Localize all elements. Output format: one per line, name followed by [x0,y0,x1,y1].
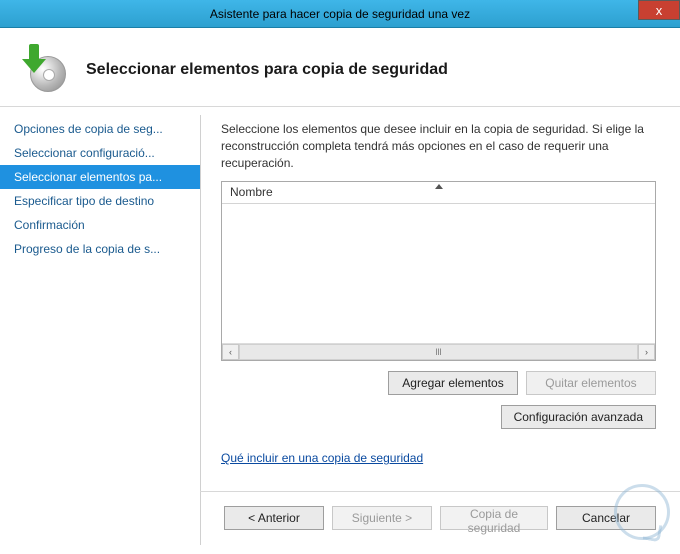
main-panel: Seleccione los elementos que desee inclu… [201,107,680,553]
instructions-text: Seleccione los elementos que desee inclu… [221,121,656,171]
content-area: Opciones de copia de seg... Seleccionar … [0,107,680,553]
remove-items-button: Quitar elementos [526,371,656,395]
sidebar-item-select-elements[interactable]: Seleccionar elementos pa... [0,165,200,189]
sidebar-item-progress[interactable]: Progreso de la copia de s... [0,237,200,261]
sidebar-item-label: Especificar tipo de destino [14,194,154,208]
sidebar-item-label: Seleccionar elementos pa... [14,170,162,184]
listview-header[interactable]: Nombre [222,182,655,204]
items-listview[interactable]: Nombre ‹ lll › [221,181,656,361]
item-buttons-row: Agregar elementos Quitar elementos [221,371,656,395]
window-title: Asistente para hacer copia de seguridad … [210,7,470,21]
scroll-track[interactable]: lll [239,344,638,360]
backup-wizard-icon [20,46,68,94]
cancel-button[interactable]: Cancelar [556,506,656,530]
column-header-name[interactable]: Nombre [222,182,655,203]
add-items-button[interactable]: Agregar elementos [388,371,518,395]
titlebar: Asistente para hacer copia de seguridad … [0,0,680,28]
sidebar-item-config[interactable]: Seleccionar configuració... [0,141,200,165]
scroll-right-button[interactable]: › [638,344,655,360]
next-button: Siguiente > [332,506,432,530]
column-header-label: Nombre [230,185,273,199]
scroll-left-button[interactable]: ‹ [222,344,239,360]
sort-ascending-icon [435,184,443,189]
sidebar-item-label: Confirmación [14,218,85,232]
help-link[interactable]: Qué incluir en una copia de seguridad [221,451,656,465]
close-icon: x [656,3,663,18]
sidebar-item-confirmation[interactable]: Confirmación [0,213,200,237]
page-title: Seleccionar elementos para copia de segu… [86,61,448,79]
back-button[interactable]: < Anterior [224,506,324,530]
sidebar-item-label: Seleccionar configuració... [14,146,155,160]
wizard-footer: < Anterior Siguiente > Copia de segurida… [200,491,680,544]
backup-button: Copia de seguridad [440,506,548,530]
wizard-header: Seleccionar elementos para copia de segu… [0,28,680,106]
close-button[interactable]: x [638,0,680,20]
sidebar-item-destination[interactable]: Especificar tipo de destino [0,189,200,213]
advanced-row: Configuración avanzada [221,405,656,429]
advanced-config-button[interactable]: Configuración avanzada [501,405,656,429]
sidebar-item-label: Opciones de copia de seg... [14,122,163,136]
listview-body[interactable] [222,204,655,343]
sidebar-item-options[interactable]: Opciones de copia de seg... [0,117,200,141]
sidebar-item-label: Progreso de la copia de s... [14,242,160,256]
horizontal-scrollbar[interactable]: ‹ lll › [222,343,655,360]
wizard-steps-sidebar: Opciones de copia de seg... Seleccionar … [0,107,200,553]
